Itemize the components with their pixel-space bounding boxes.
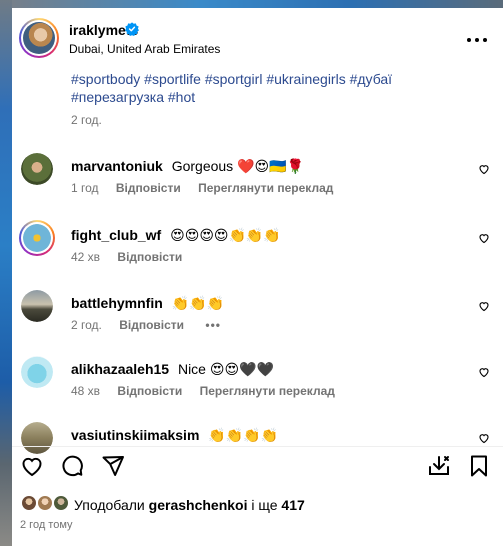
comment-item: alikhazaaleh15 Nice 😍😍🖤🖤 48 хв Відповіст…: [12, 356, 503, 416]
comment-username[interactable]: alikhazaaleh15: [71, 361, 169, 377]
hashtags-line-1[interactable]: #sportbody #sportlife #sportgirl #ukrain…: [71, 70, 471, 88]
background-strip-top: [0, 0, 503, 8]
see-translation-button[interactable]: Переглянути переклад: [198, 181, 333, 195]
reply-button[interactable]: Відповісти: [119, 318, 184, 332]
author-avatar[interactable]: [19, 18, 59, 58]
comment-text-line: vasiutinskiimaksim 👏👏👏👏: [71, 427, 278, 444]
reply-button[interactable]: Відповісти: [117, 250, 182, 264]
heart-icon[interactable]: [478, 366, 490, 378]
commenter-avatar[interactable]: [21, 356, 53, 388]
comment-text-line: fight_club_wf 😍😍😍😍👏👏👏: [71, 227, 281, 244]
comment-item: battlehymnfin 👏👏👏 2 год. Відповісти •••: [12, 290, 503, 350]
more-options-icon[interactable]: [467, 30, 487, 50]
likes-summary: Уподобали gerashchenkoi і ще 417: [12, 494, 503, 516]
actions-divider: [12, 446, 503, 447]
comment-meta: 2 год. Відповісти •••: [71, 318, 221, 332]
commenter-avatar[interactable]: [21, 422, 53, 454]
comment-time: 1 год: [71, 181, 99, 195]
reply-button[interactable]: Відповісти: [117, 384, 182, 398]
liked-by-mid: і ще: [251, 497, 278, 513]
download-icon[interactable]: [427, 454, 451, 478]
heart-icon[interactable]: [20, 454, 44, 478]
comment-body: 👏👏👏: [171, 295, 224, 311]
post-actions-bar: [12, 454, 503, 484]
commenter-avatar[interactable]: [21, 153, 53, 185]
comment-time: 48 хв: [71, 384, 101, 398]
liked-by-text: Уподобали gerashchenkoi і ще 417: [74, 497, 305, 513]
comment-item: vasiutinskiimaksim 👏👏👏👏: [12, 422, 503, 454]
verified-badge-icon: [125, 22, 139, 36]
heart-icon[interactable]: [478, 432, 490, 444]
comment-username[interactable]: fight_club_wf: [71, 227, 161, 243]
comments-list[interactable]: #sportbody #sportlife #sportgirl #ukrain…: [12, 70, 503, 454]
hashtags-line-2[interactable]: #перезагрузка #hot: [71, 88, 471, 106]
comment-body: 👏👏👏👏: [208, 427, 279, 443]
comment-text-line: alikhazaaleh15 Nice 😍😍🖤🖤: [71, 361, 274, 378]
heart-icon[interactable]: [478, 232, 490, 244]
post-panel: iraklymets Dubai, United Arab Emirates #…: [12, 8, 503, 546]
commenter-avatar[interactable]: [21, 290, 53, 322]
liker-avatar[interactable]: [52, 494, 70, 512]
reply-button[interactable]: Відповісти: [116, 181, 181, 195]
comment-username[interactable]: battlehymnfin: [71, 295, 163, 311]
liked-by-prefix: Уподобали: [74, 497, 145, 513]
comment-text-line: battlehymnfin 👏👏👏: [71, 295, 224, 312]
comment-username[interactable]: marvantoniuk: [71, 158, 163, 174]
liked-by-user[interactable]: gerashchenkoi: [149, 497, 248, 513]
send-icon[interactable]: [101, 454, 125, 478]
post-time[interactable]: 2 год тому: [20, 519, 73, 531]
comment-meta: 1 год Відповісти Переглянути переклад: [71, 181, 333, 195]
heart-icon[interactable]: [478, 300, 490, 312]
comment-icon[interactable]: [60, 454, 84, 478]
comment-username[interactable]: vasiutinskiimaksim: [71, 427, 199, 443]
heart-icon[interactable]: [478, 163, 490, 175]
post-location[interactable]: Dubai, United Arab Emirates: [69, 42, 220, 56]
background-strip-left: [0, 0, 12, 546]
comment-meta: 42 хв Відповісти: [71, 250, 182, 264]
comment-body: 😍😍😍😍👏👏👏: [170, 227, 281, 243]
post-header: iraklymets Dubai, United Arab Emirates: [12, 8, 503, 70]
comment-options-icon[interactable]: •••: [205, 318, 221, 332]
comment-item: fight_club_wf 😍😍😍😍👏👏👏 42 хв Відповісти: [12, 220, 503, 282]
comment-time: 42 хв: [71, 250, 101, 264]
comment-text-line: marvantoniuk Gorgeous ❤️😍🇺🇦🌹: [71, 158, 304, 175]
comment-time: 2 год.: [71, 318, 102, 332]
comment-meta: 48 хв Відповісти Переглянути переклад: [71, 384, 335, 398]
caption-time: 2 год.: [71, 113, 102, 127]
caption-hashtags[interactable]: #sportbody #sportlife #sportgirl #ukrain…: [71, 70, 471, 106]
likes-count[interactable]: 417: [281, 497, 304, 513]
see-translation-button[interactable]: Переглянути переклад: [200, 384, 335, 398]
bookmark-icon[interactable]: [467, 454, 491, 478]
comment-body: Gorgeous ❤️😍🇺🇦🌹: [171, 158, 304, 174]
comment-item: marvantoniuk Gorgeous ❤️😍🇺🇦🌹 1 год Відпо…: [12, 153, 503, 213]
commenter-avatar[interactable]: [19, 220, 55, 256]
comment-body: Nice 😍😍🖤🖤: [177, 361, 274, 377]
